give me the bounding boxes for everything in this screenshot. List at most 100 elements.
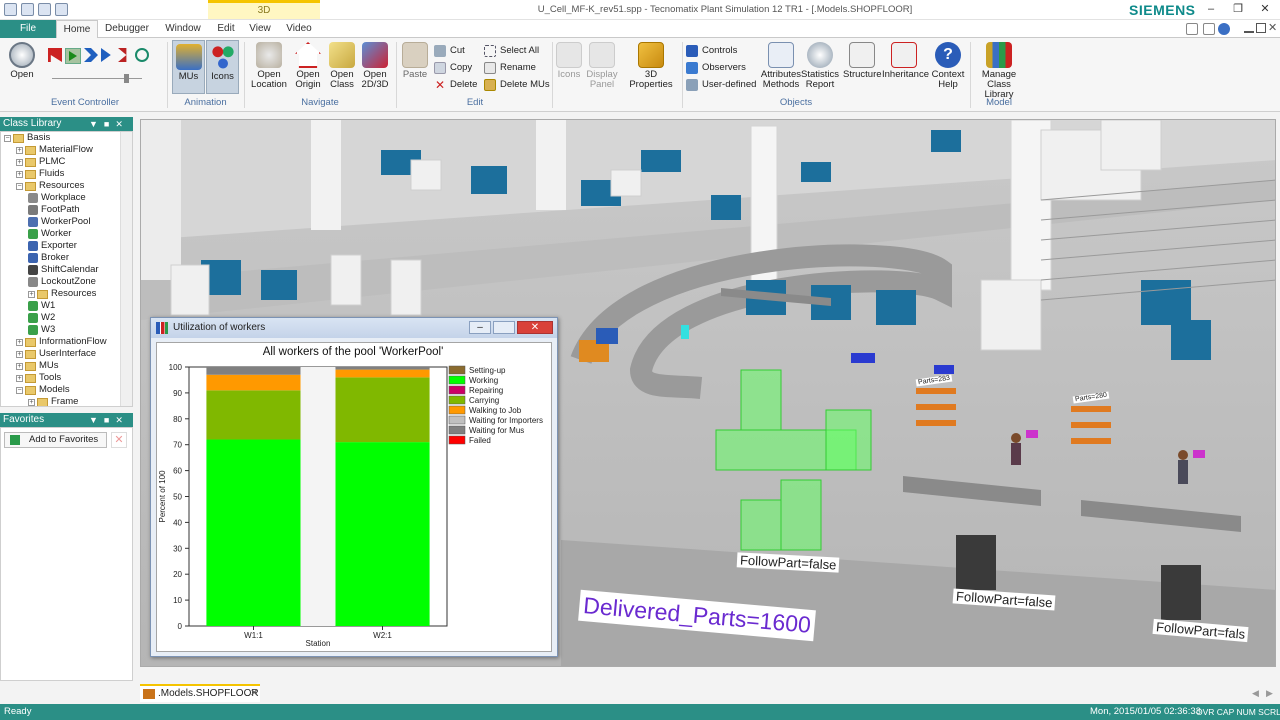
- remove-favorite-icon[interactable]: ✕: [111, 432, 127, 448]
- utilization-chart-window[interactable]: Utilization of workers – ✕ All workers o…: [150, 317, 558, 657]
- tree-item[interactable]: Worker: [1, 228, 132, 240]
- expand-toggle-icon[interactable]: +: [16, 362, 23, 370]
- tree-item[interactable]: − Models: [1, 384, 132, 396]
- tab-view[interactable]: View: [246, 20, 274, 38]
- context-tab-3d[interactable]: 3D: [208, 0, 320, 19]
- expand-toggle-icon[interactable]: +: [28, 398, 35, 406]
- timer-icon[interactable]: [135, 48, 149, 62]
- tab-scroll-left-icon[interactable]: ◀: [1252, 688, 1259, 699]
- statistics-report-button[interactable]: Statistics Report: [801, 42, 839, 90]
- tab-debugger[interactable]: Debugger: [104, 20, 150, 38]
- observers-button[interactable]: Observers: [686, 59, 756, 76]
- expand-toggle-icon[interactable]: −: [4, 134, 11, 142]
- chart-maximize-icon[interactable]: [493, 321, 515, 334]
- icons-button[interactable]: Icons: [556, 42, 582, 80]
- tree-item[interactable]: Broker: [1, 252, 132, 264]
- doc-tab-close-icon[interactable]: ✕: [250, 686, 258, 702]
- paste-button[interactable]: Paste: [400, 42, 430, 80]
- expand-toggle-icon[interactable]: −: [16, 386, 23, 394]
- dropdown-icon[interactable]: ▼: [89, 413, 98, 427]
- chart-window-titlebar[interactable]: Utilization of workers – ✕: [151, 318, 557, 338]
- open-2d3d-button[interactable]: Open 2D/3D: [358, 42, 392, 90]
- close-panel-icon[interactable]: ✕: [115, 117, 123, 131]
- tree-item[interactable]: + MUs: [1, 360, 132, 372]
- expand-toggle-icon[interactable]: +: [16, 338, 23, 346]
- tree-scrollbar[interactable]: [120, 132, 132, 406]
- add-to-favorites-button[interactable]: Add to Favorites: [4, 432, 107, 448]
- tree-item[interactable]: + Resources: [1, 288, 132, 300]
- chart-close-icon[interactable]: ✕: [517, 321, 553, 334]
- tree-item[interactable]: W1: [1, 300, 132, 312]
- copy-button[interactable]: Copy: [434, 59, 477, 76]
- expand-toggle-icon[interactable]: −: [16, 182, 23, 190]
- select-all-button[interactable]: Select All: [484, 42, 550, 59]
- pin-icon[interactable]: ■: [104, 413, 109, 427]
- tab-home[interactable]: Home: [56, 20, 98, 39]
- minimize-icon[interactable]: –: [1202, 2, 1220, 16]
- tree-item[interactable]: + InformationFlow: [1, 336, 132, 348]
- open-origin-button[interactable]: Open Origin: [292, 42, 324, 90]
- tree-item[interactable]: + MaterialFlow: [1, 144, 132, 156]
- reset-icon[interactable]: [48, 48, 62, 62]
- tree-item[interactable]: FootPath: [1, 204, 132, 216]
- close-icon[interactable]: ✕: [1256, 2, 1274, 16]
- tree-item[interactable]: − Basis: [1, 132, 132, 144]
- delete-mus-button[interactable]: Delete MUs: [484, 76, 550, 93]
- step-icon[interactable]: [101, 48, 111, 62]
- app-icon[interactable]: [4, 3, 17, 16]
- open-class-button[interactable]: Open Class: [326, 42, 358, 90]
- structure-button[interactable]: Structure: [843, 42, 882, 80]
- tree-item[interactable]: − Resources: [1, 180, 132, 192]
- tree-item[interactable]: Exporter: [1, 240, 132, 252]
- expand-toggle-icon[interactable]: +: [16, 170, 23, 178]
- speed-slider-thumb[interactable]: [124, 74, 129, 83]
- inheritance-button[interactable]: Inheritance: [882, 42, 929, 80]
- tree-item[interactable]: W3: [1, 324, 132, 336]
- tree-item[interactable]: + Tools: [1, 372, 132, 384]
- expand-toggle-icon[interactable]: +: [16, 158, 23, 166]
- tree-item[interactable]: + PLMC: [1, 156, 132, 168]
- tree-item[interactable]: Workplace: [1, 192, 132, 204]
- tab-window[interactable]: Window: [162, 20, 204, 38]
- stop-icon[interactable]: [118, 48, 127, 62]
- cut-button[interactable]: Cut: [434, 42, 477, 59]
- tree-item[interactable]: ShiftCalendar: [1, 264, 132, 276]
- tab-scroll-right-icon[interactable]: ▶: [1266, 688, 1273, 699]
- mus-toggle[interactable]: MUs: [172, 40, 205, 94]
- doc-tab-shopfloor[interactable]: .Models.SHOPFLOOR ✕: [140, 684, 260, 702]
- fast-forward-icon[interactable]: [84, 48, 98, 62]
- tree-item[interactable]: WorkerPool: [1, 216, 132, 228]
- new-icon[interactable]: [21, 3, 34, 16]
- tab-edit[interactable]: Edit: [212, 20, 240, 38]
- expand-toggle-icon[interactable]: +: [28, 290, 35, 298]
- options-icon[interactable]: [1203, 23, 1215, 35]
- manage-class-library-button[interactable]: Manage Class Library: [972, 42, 1026, 100]
- context-help-button[interactable]: ? Context Help: [930, 42, 966, 90]
- attributes-methods-button[interactable]: Attributes Methods: [760, 42, 802, 90]
- user-defined-button[interactable]: User-defined: [686, 76, 756, 93]
- tab-file[interactable]: File: [0, 20, 56, 38]
- tree-item[interactable]: LockoutZone: [1, 276, 132, 288]
- tree-item[interactable]: + Fluids: [1, 168, 132, 180]
- mdi-restore-icon[interactable]: [1256, 23, 1266, 33]
- save-as-icon[interactable]: [55, 3, 68, 16]
- help-icon[interactable]: [1218, 23, 1230, 35]
- tree-item[interactable]: + UserInterface: [1, 348, 132, 360]
- icons-toggle[interactable]: Icons: [206, 40, 239, 94]
- delete-button[interactable]: ✕ Delete: [434, 76, 478, 93]
- ribbon-collapse-icon[interactable]: [1186, 23, 1198, 35]
- mdi-minimize-icon[interactable]: [1244, 23, 1254, 33]
- maximize-icon[interactable]: ❐: [1229, 2, 1247, 16]
- tree-item[interactable]: + Frame: [1, 396, 132, 406]
- start-icon[interactable]: [65, 48, 81, 64]
- tab-video[interactable]: Video: [284, 20, 314, 38]
- rename-button[interactable]: Rename: [484, 59, 550, 76]
- dropdown-icon[interactable]: ▼: [89, 117, 98, 131]
- controls-button[interactable]: Controls: [686, 42, 756, 59]
- pin-icon[interactable]: ■: [104, 117, 109, 131]
- tree-item[interactable]: W2: [1, 312, 132, 324]
- chart-minimize-icon[interactable]: –: [469, 321, 491, 334]
- class-library-tree[interactable]: − Basis + MaterialFlow + PLMC + Fluids − Resource…: [0, 131, 133, 407]
- expand-toggle-icon[interactable]: +: [16, 374, 23, 382]
- display-panel-button[interactable]: Display Panel: [586, 42, 618, 90]
